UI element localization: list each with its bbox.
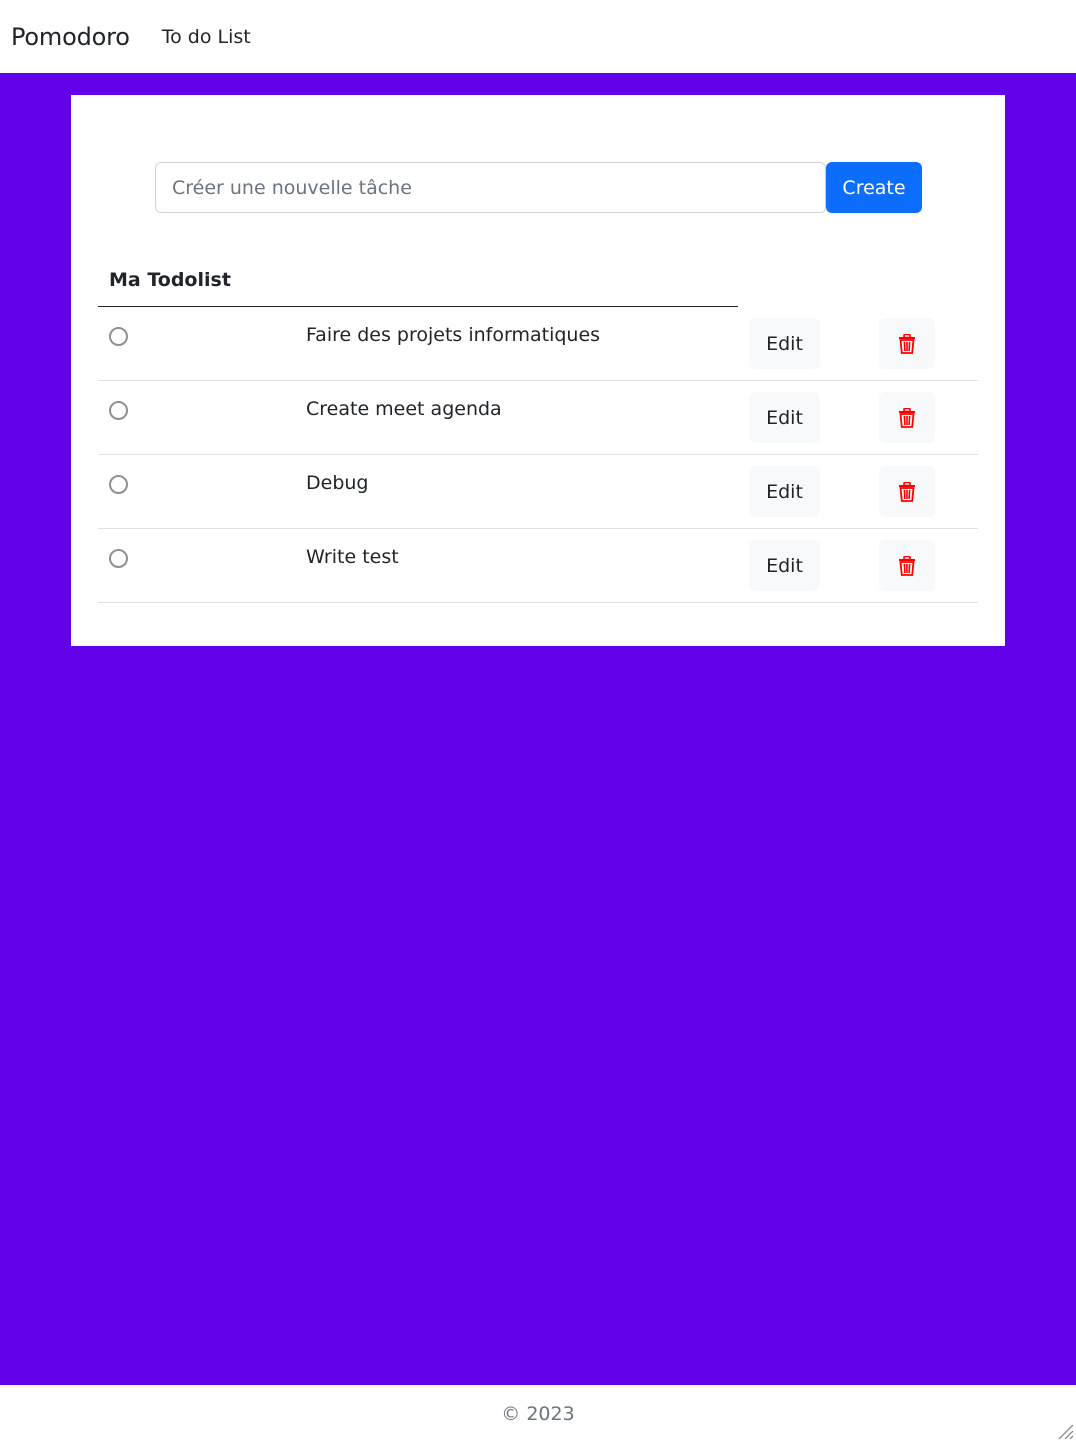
radio-circle-icon[interactable] bbox=[109, 549, 128, 568]
nav-link-todo-list[interactable]: To do List bbox=[162, 26, 251, 48]
list-title: Ma Todolist bbox=[98, 260, 738, 307]
trash-icon bbox=[899, 407, 915, 428]
trash-icon bbox=[899, 333, 915, 354]
delete-button[interactable] bbox=[879, 392, 935, 443]
todo-row: Create meet agenda Edit bbox=[98, 381, 978, 455]
task-text: Write test bbox=[306, 546, 399, 568]
resize-grip-icon[interactable] bbox=[1056, 1422, 1074, 1440]
edit-button[interactable]: Edit bbox=[749, 392, 820, 443]
create-button[interactable]: Create bbox=[826, 162, 922, 213]
edit-button[interactable]: Edit bbox=[749, 540, 820, 591]
todo-row: Faire des projets informatiques Edit bbox=[98, 307, 978, 381]
radio-circle-icon[interactable] bbox=[109, 475, 128, 494]
delete-button[interactable] bbox=[879, 318, 935, 369]
brand-link[interactable]: Pomodoro bbox=[11, 23, 130, 51]
edit-button[interactable]: Edit bbox=[749, 318, 820, 369]
task-text: Faire des projets informatiques bbox=[306, 324, 601, 346]
todo-card: Create Ma Todolist Faire des projets inf… bbox=[71, 95, 1005, 646]
task-text: Create meet agenda bbox=[306, 398, 502, 420]
radio-circle-icon[interactable] bbox=[109, 401, 128, 420]
delete-button[interactable] bbox=[879, 540, 935, 591]
copyright-text: © 2023 bbox=[501, 1402, 575, 1425]
radio-circle-icon[interactable] bbox=[109, 327, 128, 346]
todo-row: Debug Edit bbox=[98, 455, 978, 529]
navbar: Pomodoro To do List bbox=[0, 0, 1076, 73]
delete-button[interactable] bbox=[879, 466, 935, 517]
new-task-form: Create bbox=[155, 162, 922, 213]
todo-row: Write test Edit bbox=[98, 529, 978, 603]
trash-icon bbox=[899, 481, 915, 502]
footer: © 2023 bbox=[0, 1385, 1076, 1442]
trash-icon bbox=[899, 555, 915, 576]
todo-table: Ma Todolist Faire des projets informatiq… bbox=[98, 260, 978, 603]
new-task-input[interactable] bbox=[155, 162, 826, 213]
task-text: Debug bbox=[306, 472, 369, 494]
edit-button[interactable]: Edit bbox=[749, 466, 820, 517]
